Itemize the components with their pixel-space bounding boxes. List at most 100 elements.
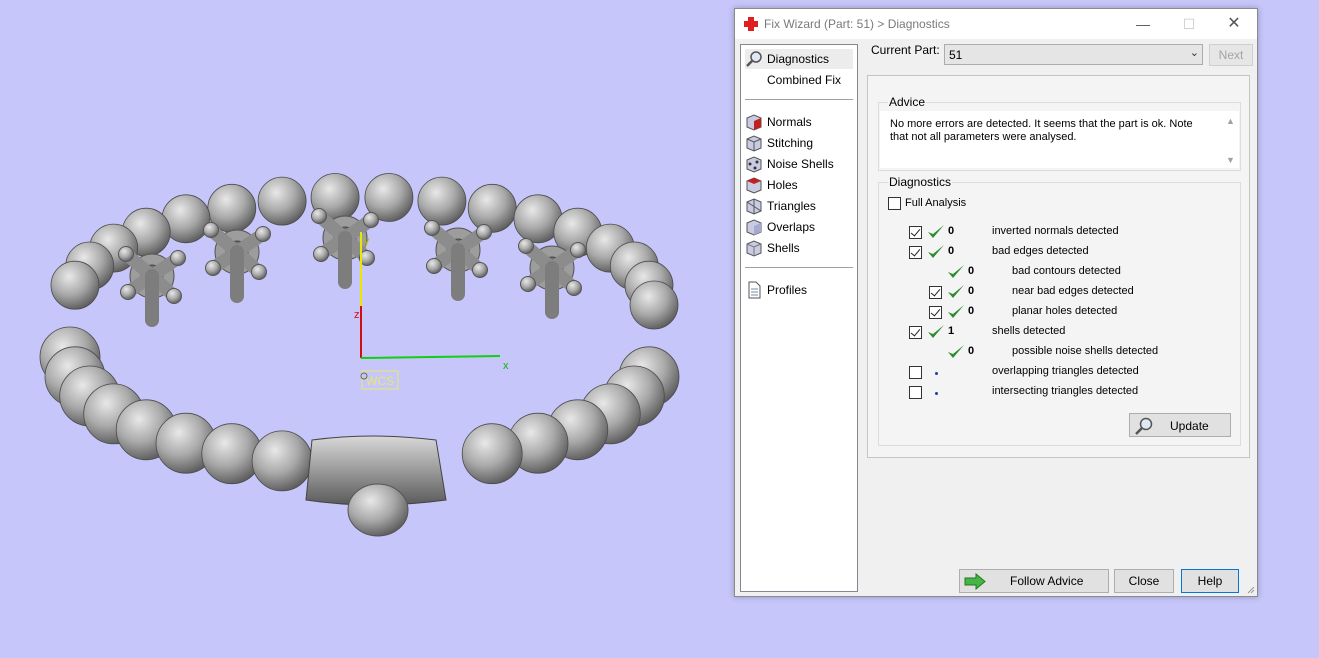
nav-item-shells[interactable]: Shells: [745, 238, 853, 258]
green-check-icon: [948, 285, 964, 298]
pending-dot-icon: [935, 392, 938, 395]
maximize-button[interactable]: ☐: [1166, 9, 1212, 39]
next-button[interactable]: Next: [1209, 44, 1253, 66]
minimize-button[interactable]: —: [1120, 9, 1166, 39]
ring-band: [305, 435, 447, 537]
green-check-icon: [948, 345, 964, 358]
diagnostic-label: bad contours detected: [1012, 265, 1121, 277]
diagnostic-checkbox[interactable]: [929, 306, 942, 319]
ring-bead: [461, 423, 523, 485]
triangles-cube-icon: [746, 198, 762, 215]
nav-item-holes[interactable]: Holes: [745, 175, 853, 195]
diagnostic-count: 1: [948, 325, 955, 337]
update-label: Update: [1170, 419, 1209, 433]
pending-dot-icon: [935, 372, 938, 375]
prong-setting: [118, 246, 186, 327]
diagnostic-checkbox[interactable]: [909, 326, 922, 339]
nav-label: Overlaps: [767, 220, 816, 234]
advice-textbox[interactable]: No more errors are detected. It seems th…: [880, 111, 1239, 168]
prong-setting: [518, 238, 586, 319]
nav-item-diagnostics[interactable]: Diagnostics: [745, 49, 853, 69]
close-window-button[interactable]: ✕: [1211, 9, 1257, 39]
diagnostics-group: Diagnostics Full Analysis 0 inverted norm…: [878, 175, 1241, 446]
green-check-icon: [948, 305, 964, 318]
holes-cube-icon: [746, 177, 762, 194]
ring-bead: [251, 430, 313, 492]
follow-advice-button[interactable]: Follow Advice: [959, 569, 1109, 593]
nav-label: Profiles: [767, 283, 808, 297]
ring-bead: [50, 260, 100, 310]
full-analysis-label: Full Analysis: [905, 197, 967, 209]
diagnostics-panel: Advice No more errors are detected. It s…: [867, 75, 1250, 458]
nav-label: Triangles: [767, 199, 816, 213]
document-icon: [748, 281, 761, 299]
full-analysis-checkbox[interactable]: [888, 197, 901, 210]
noise-shells-cube-icon: [746, 156, 762, 173]
nav-item-normals[interactable]: Normals: [745, 112, 853, 132]
nav-label: Combined Fix: [767, 73, 842, 87]
diagnostic-label: overlapping triangles detected: [992, 365, 1139, 377]
3d-viewport[interactable]: x y z WCS: [0, 0, 735, 658]
ring-bead: [629, 280, 679, 330]
chevron-down-icon: ⌄: [1189, 47, 1199, 59]
prong-setting: [424, 220, 492, 301]
magnifier-icon: [1135, 417, 1153, 435]
current-part-select[interactable]: 51 ⌄: [944, 44, 1203, 65]
ring-bead: [257, 176, 307, 226]
advice-scrollbar[interactable]: ▲ ▼: [1222, 111, 1239, 168]
update-button[interactable]: Update: [1129, 413, 1231, 437]
diagnostic-checkbox[interactable]: [909, 366, 922, 379]
resize-grip-icon[interactable]: [1245, 584, 1255, 594]
nav-item-combined-fix[interactable]: Combined Fix: [745, 70, 853, 90]
nav-item-triangles[interactable]: Triangles: [745, 196, 853, 216]
diagnostic-checkbox[interactable]: [929, 286, 942, 299]
title-bar[interactable]: Fix Wizard (Part: 51) > Diagnostics — ☐ …: [735, 9, 1257, 39]
scroll-up-icon[interactable]: ▲: [1226, 116, 1235, 126]
nav-label: Stitching: [767, 136, 814, 150]
nav-item-stitching[interactable]: Stitching: [745, 133, 853, 153]
nav-label: Noise Shells: [767, 157, 834, 171]
ring-model: x y z WCS: [39, 173, 680, 537]
fix-wizard-dialog: Fix Wizard (Part: 51) > Diagnostics — ☐ …: [734, 8, 1258, 597]
green-check-icon: [928, 225, 944, 238]
current-part-value: 51: [949, 48, 963, 62]
diagnostic-count: 0: [968, 305, 975, 317]
diagnostic-checkbox[interactable]: [909, 246, 922, 259]
diagnostic-count: 0: [968, 345, 975, 357]
nav-item-noise-shells[interactable]: Noise Shells: [745, 154, 853, 174]
diagnostic-count: 0: [968, 285, 975, 297]
diagnostics-title: Diagnostics: [888, 175, 953, 189]
diagnostic-checkbox[interactable]: [909, 386, 922, 399]
wizard-nav: Diagnostics Combined Fix Normals Stitchi…: [740, 44, 858, 592]
diagnostic-label: planar holes detected: [1012, 305, 1118, 317]
diagnostic-label: shells detected: [992, 325, 1066, 337]
nav-separator: [745, 99, 853, 100]
axis-z-label: z: [354, 309, 360, 321]
axis-x-label: x: [503, 360, 509, 372]
green-check-icon: [928, 245, 944, 258]
diagnostic-count: 0: [968, 265, 975, 277]
nav-separator: [745, 267, 853, 268]
overlaps-cube-icon: [746, 219, 762, 236]
green-check-icon: [948, 265, 964, 278]
diagnostic-label: inverted normals detected: [992, 225, 1119, 237]
shells-cube-icon: [746, 240, 762, 257]
current-part-label: Current Part:: [871, 43, 940, 57]
nav-item-profiles[interactable]: Profiles: [745, 280, 853, 300]
follow-advice-label: Follow Advice: [1010, 574, 1084, 588]
nav-item-overlaps[interactable]: Overlaps: [745, 217, 853, 237]
advice-title: Advice: [888, 95, 927, 109]
stitching-cube-icon: [746, 135, 762, 152]
nav-label: Shells: [767, 241, 800, 255]
window-title: Fix Wizard (Part: 51) > Diagnostics: [764, 17, 950, 31]
ring-bead: [417, 176, 467, 226]
advice-group: Advice No more errors are detected. It s…: [878, 95, 1241, 171]
diagnostic-checkbox[interactable]: [909, 226, 922, 239]
help-button[interactable]: Help: [1181, 569, 1239, 593]
close-button[interactable]: Close: [1114, 569, 1174, 593]
scroll-down-icon[interactable]: ▼: [1226, 155, 1235, 165]
normals-cube-icon: [746, 114, 762, 131]
wcs-label: WCS: [366, 374, 394, 388]
diagnostic-count: 0: [948, 245, 955, 257]
prong-setting: [203, 222, 271, 303]
